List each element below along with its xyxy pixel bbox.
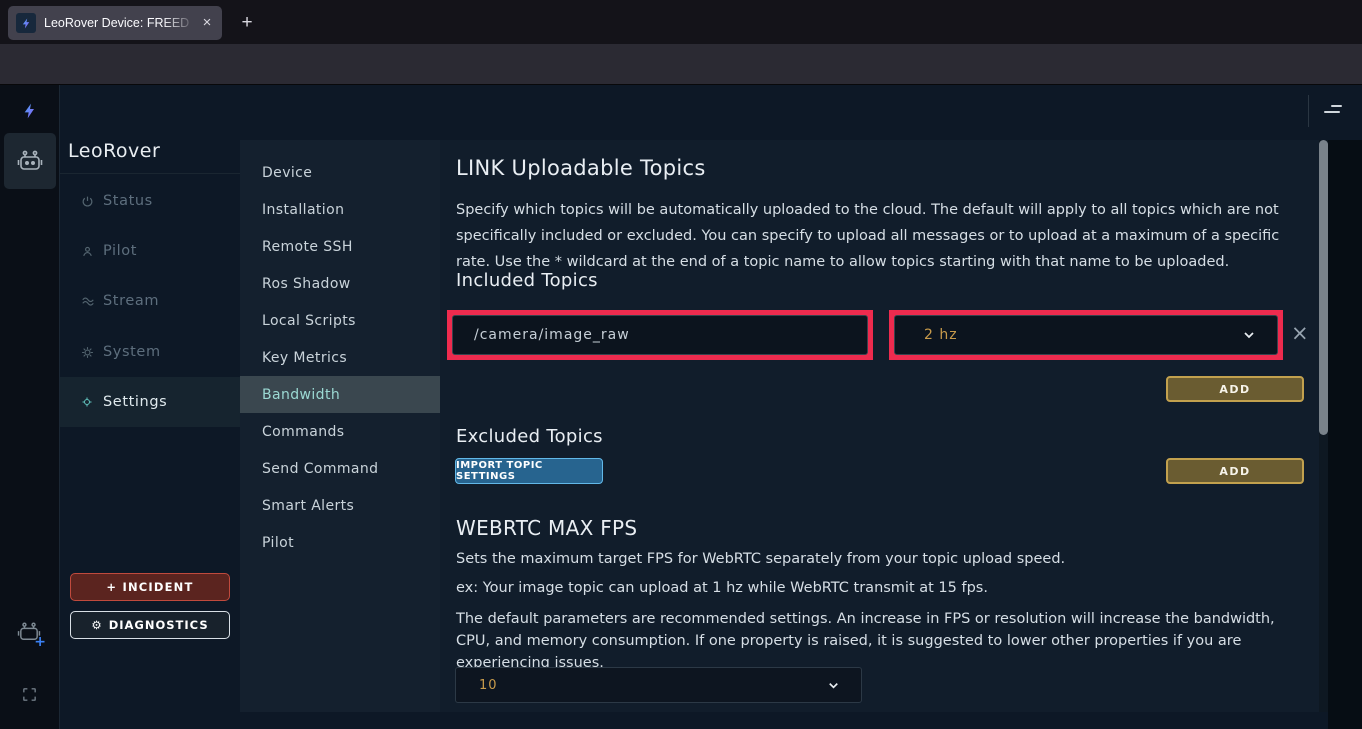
robot-icon [17,150,43,172]
device-name: LeoRover [68,140,160,162]
menu-item-label: Installation [262,202,344,218]
sidebar-item-label: Stream [103,293,159,309]
waves-icon [81,294,95,308]
chevron-down-icon [826,678,841,693]
plus-icon: + [34,634,46,650]
sidebar-item-status[interactable]: Status [60,176,240,226]
scrollbar-track[interactable] [1319,140,1328,712]
sidebar-item-settings[interactable]: Settings [60,377,240,427]
chevron-down-icon [1241,327,1257,343]
gear-icon [81,396,95,408]
menu-item-bandwidth[interactable]: Bandwidth [240,376,440,413]
menu-item-label: Ros Shadow [262,276,351,292]
menu-item-commands[interactable]: Commands [240,413,440,450]
fullscreen-icon [21,686,38,703]
sidebar-item-pilot[interactable]: Pilot [60,226,240,276]
person-icon [81,245,95,258]
topic-input-highlight [447,310,873,360]
webrtc-line1: Sets the maximum target FPS for WebRTC s… [456,551,1065,567]
menu-item-smart-alerts[interactable]: Smart Alerts [240,487,440,524]
import-topic-settings-button[interactable]: IMPORT TOPIC SETTINGS [455,458,603,484]
menu-item-label: Local Scripts [262,313,356,329]
webrtc-line3: The default parameters are recommended s… [456,608,1308,674]
included-topics-heading: Included Topics [456,270,598,291]
tab-close-icon[interactable]: × [198,14,216,32]
page-title: LINK Uploadable Topics [456,156,706,180]
sidebar-item-stream[interactable]: Stream [60,276,240,326]
settings-submenu: Device Installation Remote SSH Ros Shado… [240,140,440,712]
gear-icon: ⚙ [91,618,102,632]
menu-item-local-scripts[interactable]: Local Scripts [240,302,440,339]
gear-icon [81,346,95,359]
tab-strip: LeoRover Device: FREED × + [0,0,1362,44]
sidebar-item-label: Status [103,193,153,209]
menu-item-installation[interactable]: Installation [240,191,440,228]
webrtc-line2: ex: Your image topic can upload at 1 hz … [456,580,988,596]
header-divider [1308,95,1309,127]
menu-item-device[interactable]: Device [240,154,440,191]
brand-lightning-icon[interactable] [22,100,38,126]
remove-topic-button[interactable]: × [1291,321,1309,345]
menu-item-label: Key Metrics [262,350,347,366]
diagnostics-button[interactable]: ⚙ DIAGNOSTICS [70,611,230,639]
scrollbar-thumb[interactable] [1319,140,1328,435]
incident-button[interactable]: + INCIDENT [70,573,230,601]
sidebar-item-label: Pilot [103,243,137,259]
diagnostics-label: DIAGNOSTICS [109,618,209,632]
fullscreen-button[interactable] [21,686,38,707]
rate-select-highlight: 2 hz [889,310,1283,360]
sidebar-item-label: System [103,344,161,360]
left-rail: + [0,85,60,729]
browser-window: LeoRover Device: FREED × + ← → ↻ [0,0,1362,729]
fps-select-value: 10 [456,678,826,693]
add-device-button[interactable]: + [17,622,41,646]
menu-item-label: Bandwidth [262,387,340,403]
menu-item-key-metrics[interactable]: Key Metrics [240,339,440,376]
menu-item-ros-shadow[interactable]: Ros Shadow [240,265,440,302]
sidebar-item-label: Settings [103,394,167,410]
sidebar-item-system[interactable]: System [60,327,240,377]
browser-tab[interactable]: LeoRover Device: FREED × [8,6,222,40]
webrtc-heading: WEBRTC MAX FPS [456,516,637,540]
browser-toolbar: ← → ↻ [0,44,1362,85]
topic-name-input[interactable] [452,315,868,355]
fps-select[interactable]: 10 [455,667,862,703]
menu-item-label: Device [262,165,312,181]
sidebar-divider [60,173,240,174]
bandwidth-settings-panel: LINK Uploadable Topics Specify which top… [440,140,1322,712]
lightning-bolt-icon [21,16,32,31]
menu-item-remote-ssh[interactable]: Remote SSH [240,228,440,265]
menu-item-label: Smart Alerts [262,498,354,514]
rate-select[interactable]: 2 hz [894,315,1278,355]
favicon-tile [16,13,36,33]
menu-item-send-command[interactable]: Send Command [240,450,440,487]
rate-select-value: 2 hz [895,327,1241,343]
menu-item-label: Remote SSH [262,239,353,255]
menu-item-label: Send Command [262,461,378,477]
power-icon [81,195,95,208]
tab-title-fade [162,6,196,40]
panel-collapse-icon[interactable] [1324,105,1342,117]
new-tab-button[interactable]: + [234,10,260,36]
menu-item-label: Commands [262,424,344,440]
add-included-topic-button[interactable]: ADD [1166,376,1304,402]
device-robot-button[interactable] [4,133,56,189]
menu-item-pilot[interactable]: Pilot [240,524,440,561]
section-description: Specify which topics will be automatical… [456,197,1312,275]
excluded-topics-heading: Excluded Topics [456,426,603,447]
right-gutter [1328,140,1362,729]
add-excluded-topic-button[interactable]: ADD [1166,458,1304,484]
menu-item-label: Pilot [262,535,294,551]
freedom-robotics-app: + LeoRover Status Pilot [0,85,1362,729]
